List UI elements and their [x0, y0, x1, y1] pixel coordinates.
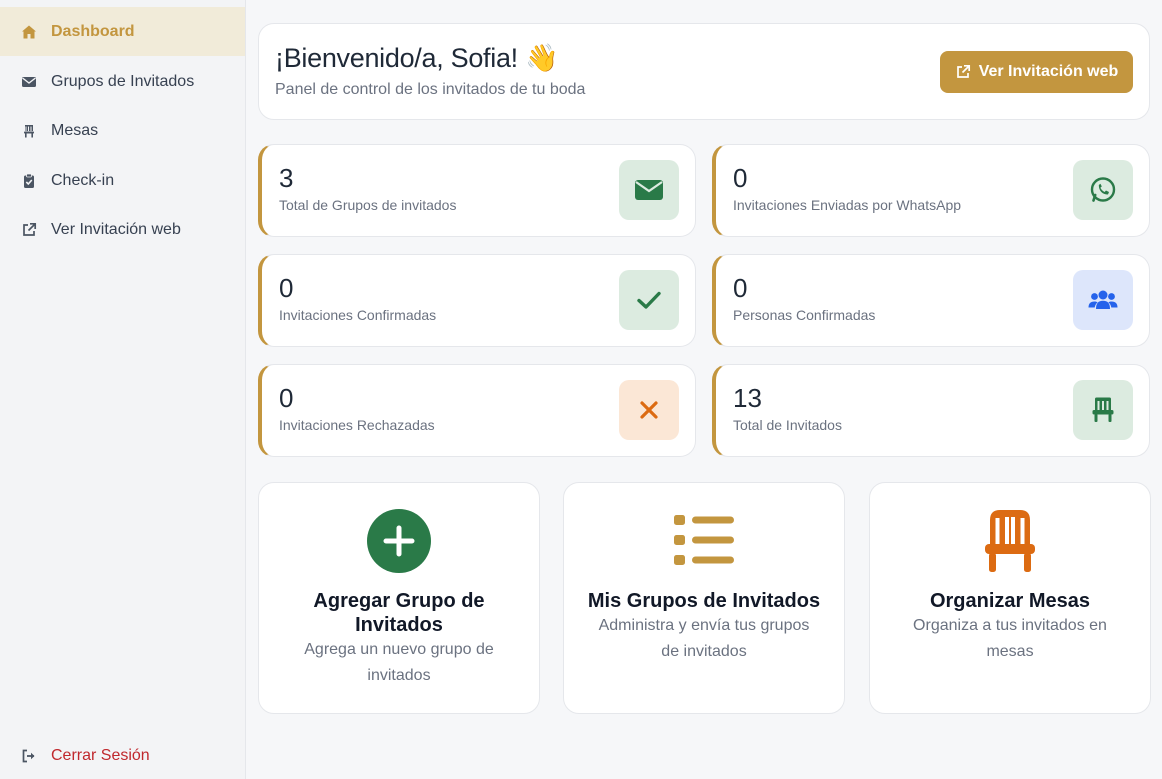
stat-label: Total de Invitados: [733, 417, 842, 433]
envelope-icon: [619, 160, 679, 220]
web-button-label: Ver Invitación web: [978, 63, 1119, 80]
whatsapp-icon: [1073, 160, 1133, 220]
check-icon: [619, 270, 679, 330]
page-title: ¡Bienvenido/a, Sofia! 👋: [275, 43, 559, 73]
external-link-icon: [955, 64, 971, 80]
stat-value: 0: [733, 273, 748, 303]
sidebar: Dashboard Grupos de Invitados Mesas Chec…: [0, 0, 246, 779]
card-organizar-mesas[interactable]: Organizar Mesas Organiza a tus invitados…: [869, 482, 1151, 714]
sidebar-item-mesas[interactable]: Mesas: [0, 106, 245, 155]
users-icon: [1073, 270, 1133, 330]
stat-value: 0: [279, 273, 294, 303]
sidebar-item-dashboard[interactable]: Dashboard: [0, 7, 245, 56]
stat-label: Invitaciones Rechazadas: [279, 417, 435, 433]
card-description: Administra y envía tus grupos de invitad…: [598, 617, 810, 660]
sidebar-item-label: Mesas: [51, 121, 99, 139]
welcome-header: ¡Bienvenido/a, Sofia! 👋 Panel de control…: [258, 23, 1150, 120]
stat-value: 0: [733, 163, 748, 193]
home-icon: [20, 23, 38, 41]
x-icon: [619, 380, 679, 440]
stat-card-personas: 0 Personas Confirmadas: [712, 254, 1150, 347]
card-agregar-grupo[interactable]: Agregar Grupo de Invitados Agrega un nue…: [258, 482, 540, 714]
stat-card-total-invitados: 13 Total de Invitados: [712, 364, 1150, 457]
sidebar-item-ver-invitacion[interactable]: Ver Invitación web: [0, 205, 245, 254]
ver-invitacion-web-button[interactable]: Ver Invitación web: [940, 51, 1133, 93]
stat-label: Personas Confirmadas: [733, 307, 876, 323]
stat-label: Total de Grupos de invitados: [279, 197, 457, 213]
sidebar-item-grupos[interactable]: Grupos de Invitados: [0, 57, 245, 106]
list-icon: [671, 508, 737, 574]
stat-value: 0: [279, 383, 294, 413]
sidebar-item-label: Check-in: [51, 171, 115, 189]
logout-button[interactable]: Cerrar Sesión: [0, 731, 245, 779]
stat-card-confirmadas: 0 Invitaciones Confirmadas: [258, 254, 696, 347]
card-title: Mis Grupos de Invitados: [587, 590, 821, 612]
stat-card-whatsapp: 0 Invitaciones Enviadas por WhatsApp: [712, 144, 1150, 237]
plus-circle-icon: [366, 508, 432, 574]
card-mis-grupos[interactable]: Mis Grupos de Invitados Administra y env…: [563, 482, 845, 714]
sidebar-item-checkin[interactable]: Check-in: [0, 156, 245, 205]
stat-label: Invitaciones Confirmadas: [279, 307, 437, 323]
card-title: Agregar Grupo de Invitados: [313, 590, 485, 636]
chair-icon: [20, 122, 38, 140]
envelope-icon: [20, 73, 38, 91]
logout-label: Cerrar Sesión: [51, 746, 150, 764]
card-description: Agrega un nuevo grupo de invitados: [304, 641, 494, 684]
clipboard-check-icon: [20, 172, 38, 190]
external-link-icon: [20, 221, 38, 239]
card-title: Organizar Mesas: [929, 590, 1091, 612]
page-subtitle: Panel de control de los invitados de tu …: [275, 81, 586, 98]
chair-icon: [977, 508, 1043, 574]
sidebar-item-label: Ver Invitación web: [51, 220, 181, 238]
stat-value: 3: [279, 163, 294, 193]
stat-value: 13: [733, 383, 762, 413]
stat-card-rechazadas: 0 Invitaciones Rechazadas: [258, 364, 696, 457]
chair-icon: [1073, 380, 1133, 440]
stat-card-total-grupos: 3 Total de Grupos de invitados: [258, 144, 696, 237]
stat-label: Invitaciones Enviadas por WhatsApp: [733, 197, 962, 213]
logout-icon: [20, 747, 38, 765]
card-description: Organiza a tus invitados en mesas: [913, 617, 1107, 660]
sidebar-item-label: Dashboard: [51, 22, 135, 40]
sidebar-item-label: Grupos de Invitados: [51, 72, 195, 90]
